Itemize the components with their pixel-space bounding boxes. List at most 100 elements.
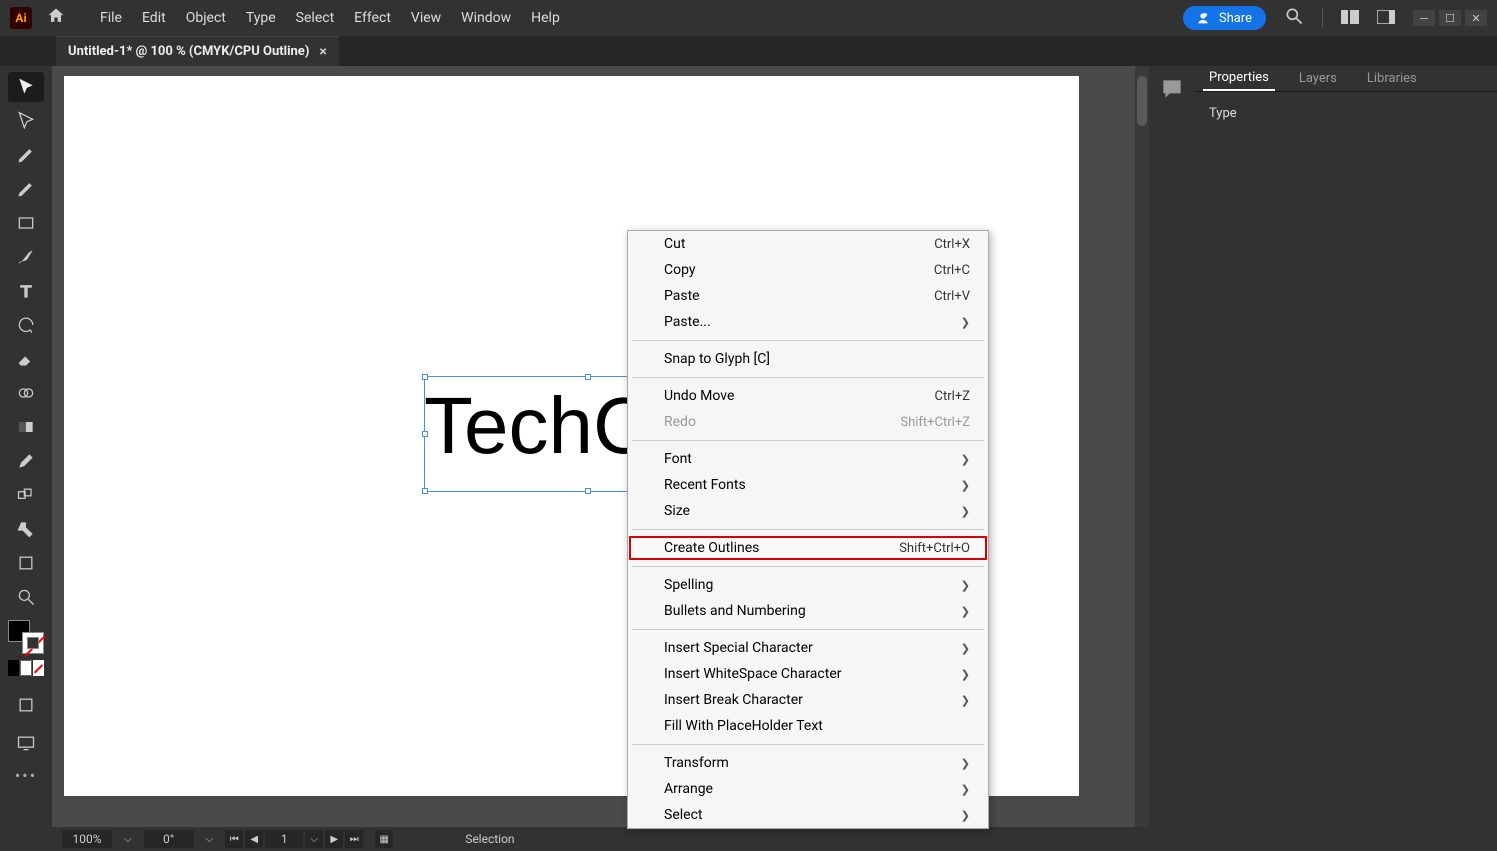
current-tool-label: Selection: [465, 832, 514, 846]
minimize-button[interactable]: ─: [1413, 10, 1435, 26]
fill-stroke-swatch[interactable]: [8, 620, 44, 654]
handle-top-left[interactable]: [422, 374, 428, 380]
ctx-arrange[interactable]: Arrange❯: [628, 776, 988, 802]
pen-tool[interactable]: [8, 140, 44, 170]
chevron-right-icon: ❯: [961, 757, 970, 770]
eraser-tool[interactable]: [8, 344, 44, 374]
paintbrush-tool[interactable]: [8, 242, 44, 272]
maximize-button[interactable]: ☐: [1439, 10, 1461, 26]
direct-selection-tool[interactable]: [8, 106, 44, 136]
search-icon[interactable]: [1284, 6, 1304, 31]
ctx-font[interactable]: Font❯: [628, 446, 988, 472]
arrange-documents-icon[interactable]: [1341, 9, 1359, 28]
ctx-copy[interactable]: CopyCtrl+C: [628, 257, 988, 283]
handle-middle-left[interactable]: [422, 431, 428, 437]
ctx-insert-whitespace[interactable]: Insert WhiteSpace Character❯: [628, 661, 988, 687]
ctx-size[interactable]: Size❯: [628, 498, 988, 524]
menu-effect[interactable]: Effect: [354, 10, 391, 26]
edit-toolbar-icon[interactable]: •••: [15, 766, 37, 785]
vertical-scrollbar[interactable]: [1135, 66, 1149, 827]
artboard-number-input[interactable]: [265, 830, 303, 848]
color-mode-gradient[interactable]: [20, 660, 33, 676]
prev-artboard-button[interactable]: ◀: [245, 830, 263, 848]
color-mode-color[interactable]: [8, 660, 19, 676]
chevron-right-icon: ❯: [961, 505, 970, 518]
stroke-swatch[interactable]: [22, 632, 44, 654]
app-logo: Ai: [10, 7, 32, 29]
symbol-sprayer-tool[interactable]: [8, 514, 44, 544]
workspace-switcher-icon[interactable]: [1377, 9, 1395, 28]
artboard-overview-icon[interactable]: ▦: [375, 830, 393, 848]
gradient-tool[interactable]: [8, 412, 44, 442]
ctx-paste[interactable]: PasteCtrl+V: [628, 283, 988, 309]
zoom-input[interactable]: [62, 830, 112, 848]
chevron-right-icon: ❯: [961, 783, 970, 796]
rotate-input[interactable]: [144, 830, 194, 848]
screen-mode-tools: •••: [8, 690, 44, 785]
share-button[interactable]: Share: [1183, 6, 1266, 30]
ctx-spelling[interactable]: Spelling❯: [628, 572, 988, 598]
close-button[interactable]: ✕: [1465, 10, 1487, 26]
ctx-select[interactable]: Select❯: [628, 802, 988, 828]
home-icon[interactable]: [46, 6, 66, 31]
scroll-thumb[interactable]: [1137, 76, 1147, 126]
chevron-right-icon: ❯: [961, 479, 970, 492]
ctx-snap-to-glyph[interactable]: Snap to Glyph [C]: [628, 346, 988, 372]
tab-properties[interactable]: Properties: [1203, 66, 1275, 91]
zoom-dropdown-icon[interactable]: ⌵: [124, 834, 132, 845]
first-artboard-button[interactable]: ⏮: [225, 830, 243, 848]
artboard-tool[interactable]: [8, 548, 44, 578]
ctx-transform[interactable]: Transform❯: [628, 750, 988, 776]
window-controls: ─ ☐ ✕: [1413, 10, 1487, 26]
handle-bottom-center[interactable]: [585, 488, 591, 494]
ctx-insert-special[interactable]: Insert Special Character❯: [628, 635, 988, 661]
rotate-tool[interactable]: [8, 310, 44, 340]
handle-top-center[interactable]: [585, 374, 591, 380]
tab-layers[interactable]: Layers: [1293, 67, 1343, 90]
rotate-dropdown-icon[interactable]: ⌵: [206, 834, 214, 845]
document-tab[interactable]: Untitled-1* @ 100 % (CMYK/CPU Outline) ×: [56, 36, 339, 66]
panel-tabs: Properties Layers Libraries: [1195, 66, 1497, 92]
next-artboard-button[interactable]: ▶: [325, 830, 343, 848]
ctx-recent-fonts[interactable]: Recent Fonts❯: [628, 472, 988, 498]
topbar-right: Share ─ ☐ ✕: [1183, 6, 1487, 31]
type-tool[interactable]: [8, 276, 44, 306]
rectangle-tool[interactable]: [8, 208, 44, 238]
right-panels: Properties Layers Libraries Type Transfo…: [1195, 66, 1497, 851]
tools-panel: •••: [0, 66, 52, 851]
zoom-tool[interactable]: [8, 582, 44, 612]
selection-tool[interactable]: [8, 72, 44, 102]
comments-icon[interactable]: [1159, 76, 1185, 102]
ctx-bullets-numbering[interactable]: Bullets and Numbering❯: [628, 598, 988, 624]
menu-window[interactable]: Window: [461, 10, 511, 26]
color-mode-none[interactable]: [33, 660, 44, 676]
menu-file[interactable]: File: [100, 10, 122, 26]
menu-select[interactable]: Select: [296, 10, 334, 26]
ctx-fill-placeholder[interactable]: Fill With PlaceHolder Text: [628, 713, 988, 739]
menu-help[interactable]: Help: [531, 10, 560, 26]
ctx-insert-break[interactable]: Insert Break Character❯: [628, 687, 988, 713]
menu-edit[interactable]: Edit: [142, 10, 166, 26]
artboard-nav: ⏮ ◀ ⌵ ▶ ⏭: [225, 830, 363, 848]
ctx-paste-submenu[interactable]: Paste...❯: [628, 309, 988, 335]
chevron-right-icon: ❯: [961, 694, 970, 707]
shape-builder-tool[interactable]: [8, 378, 44, 408]
ctx-create-outlines[interactable]: Create OutlinesShift+Ctrl+O: [628, 535, 988, 561]
ctx-cut[interactable]: CutCtrl+X: [628, 231, 988, 257]
chevron-right-icon: ❯: [961, 316, 970, 329]
curvature-tool[interactable]: [8, 174, 44, 204]
menu-object[interactable]: Object: [186, 10, 226, 26]
handle-bottom-left[interactable]: [422, 488, 428, 494]
menu-type[interactable]: Type: [246, 10, 276, 26]
ctx-undo[interactable]: Undo MoveCtrl+Z: [628, 383, 988, 409]
chevron-right-icon: ❯: [961, 668, 970, 681]
last-artboard-button[interactable]: ⏭: [345, 830, 363, 848]
blend-tool[interactable]: [8, 480, 44, 510]
draw-mode-icon[interactable]: [8, 690, 44, 720]
artboard-dropdown-icon[interactable]: ⌵: [305, 830, 323, 848]
menu-view[interactable]: View: [411, 10, 441, 26]
eyedropper-tool[interactable]: [8, 446, 44, 476]
tab-close-icon[interactable]: ×: [319, 44, 326, 60]
tab-libraries[interactable]: Libraries: [1361, 67, 1423, 90]
screen-mode-icon[interactable]: [8, 728, 44, 758]
